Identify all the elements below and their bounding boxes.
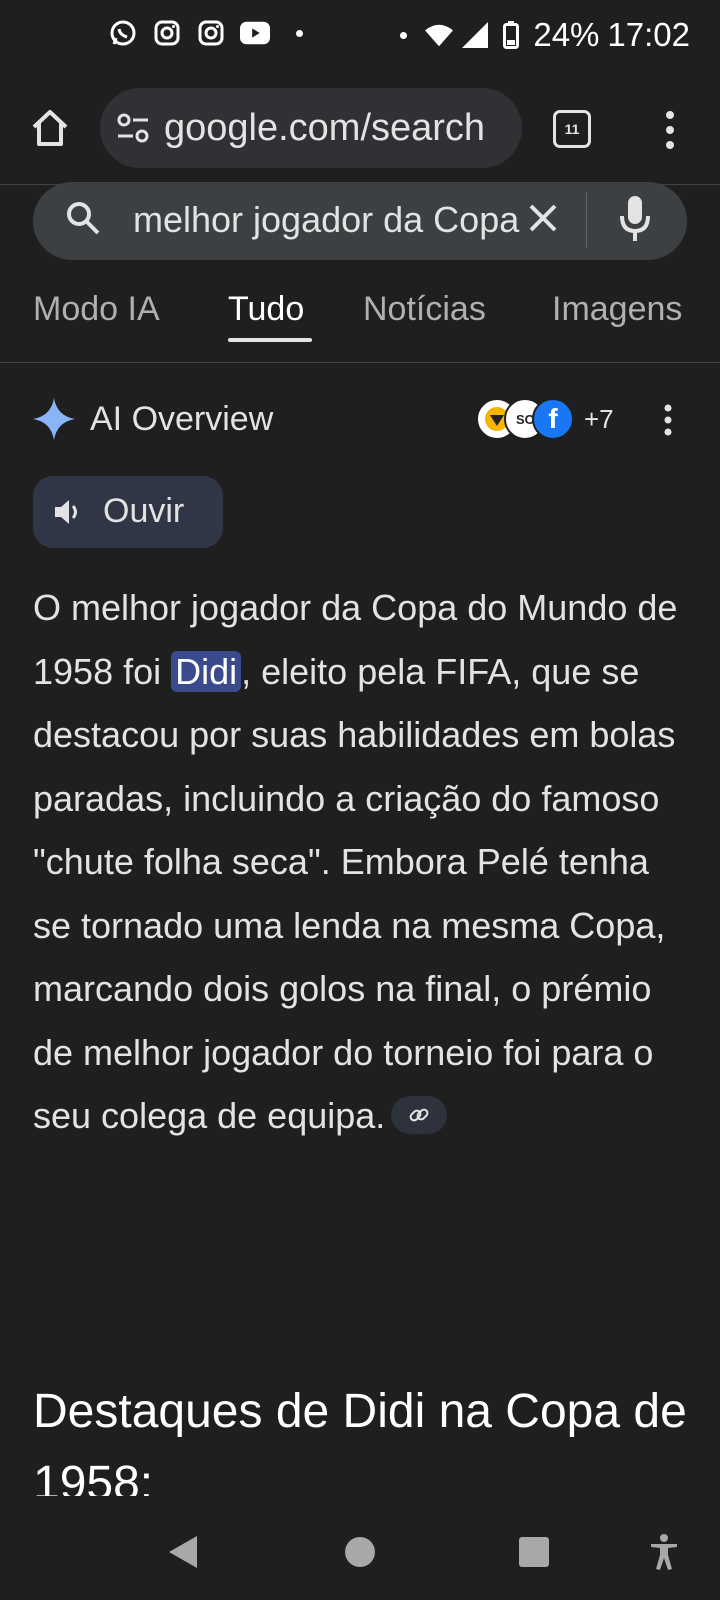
navigation-bar bbox=[0, 1500, 720, 1600]
search-box[interactable]: melhor jogador da Copa do Mundo de 1958 bbox=[33, 182, 687, 260]
link-icon bbox=[409, 1109, 429, 1122]
tab-noticias[interactable]: Notícias bbox=[363, 290, 486, 329]
microphone-icon[interactable] bbox=[615, 194, 655, 244]
signal-icon bbox=[461, 20, 489, 50]
section-title: Destaques de Didi na Copa de 1958: bbox=[33, 1385, 687, 1496]
youtube-icon bbox=[240, 18, 270, 48]
more-sources-count[interactable]: +7 bbox=[584, 404, 614, 435]
ai-overview-answer: O melhor jogador da Copa do Mundo de 195… bbox=[33, 576, 693, 1148]
speaker-icon bbox=[55, 500, 77, 524]
notification-icons bbox=[108, 18, 314, 48]
listen-label: Ouvir bbox=[103, 492, 185, 530]
dot-icon bbox=[284, 18, 314, 48]
sparkle-icon bbox=[33, 398, 75, 440]
clock: 17:02 bbox=[607, 16, 690, 53]
search-row: melhor jogador da Copa do Mundo de 1958 bbox=[0, 182, 720, 268]
search-filter-tabs: Modo IA Tudo Notícias Imagens bbox=[0, 270, 720, 363]
facebook-icon[interactable]: f bbox=[532, 398, 574, 440]
tab-switcher-button[interactable]: 11 bbox=[553, 110, 591, 148]
close-icon[interactable] bbox=[521, 196, 565, 240]
battery-level: 24% bbox=[533, 16, 600, 53]
more-vert-icon[interactable] bbox=[660, 402, 676, 438]
instagram-icon bbox=[196, 18, 226, 48]
square-recents-icon bbox=[519, 1537, 549, 1567]
url-text[interactable]: google.com/search bbox=[164, 106, 514, 150]
status-bar: 24% 17:02 bbox=[0, 0, 720, 80]
instagram-icon bbox=[152, 18, 182, 48]
tab-count: 11 bbox=[564, 121, 580, 137]
wifi-icon bbox=[425, 20, 454, 50]
search-input[interactable]: melhor jogador da Copa do Mundo de 1958 bbox=[133, 196, 523, 244]
home-nav-button[interactable] bbox=[340, 1532, 380, 1572]
dot-icon bbox=[389, 20, 417, 50]
active-tab-indicator bbox=[228, 338, 312, 342]
battery-icon bbox=[497, 20, 525, 50]
listen-button[interactable]: Ouvir bbox=[33, 476, 223, 548]
tab-imagens[interactable]: Imagens bbox=[552, 290, 682, 329]
back-icon bbox=[169, 1536, 197, 1568]
tab-tudo[interactable]: Tudo bbox=[228, 290, 304, 329]
address-bar[interactable]: google.com/search bbox=[100, 88, 522, 168]
source-avatars[interactable]: SC f bbox=[476, 398, 576, 442]
highlighted-entity[interactable]: Didi bbox=[171, 650, 242, 692]
whatsapp-icon bbox=[108, 18, 138, 48]
back-button[interactable] bbox=[164, 1532, 204, 1572]
answer-text: , eleito pela FIFA, que se destacou por … bbox=[33, 650, 676, 1137]
system-status: 24% 17:02 bbox=[389, 16, 690, 54]
home-icon bbox=[32, 110, 68, 146]
divider bbox=[586, 192, 587, 248]
more-vert-icon[interactable] bbox=[660, 108, 680, 152]
search-icon bbox=[67, 202, 100, 235]
ai-overview-header: AI Overview SC f +7 bbox=[0, 388, 720, 448]
circle-home-icon bbox=[345, 1537, 375, 1567]
accessibility-button[interactable] bbox=[644, 1532, 684, 1572]
accessibility-icon bbox=[651, 1534, 677, 1570]
site-settings-icon[interactable] bbox=[116, 112, 150, 144]
browser-toolbar: google.com/search 11 bbox=[0, 80, 720, 185]
source-link-button[interactable] bbox=[391, 1096, 448, 1135]
recents-button[interactable] bbox=[514, 1532, 554, 1572]
home-button[interactable] bbox=[26, 104, 74, 152]
tab-modo-ia[interactable]: Modo IA bbox=[33, 290, 160, 329]
ai-overview-title: AI Overview bbox=[90, 400, 274, 438]
